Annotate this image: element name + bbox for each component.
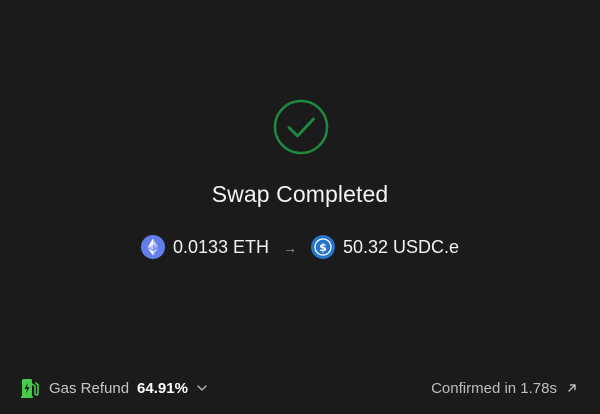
from-amount: 0.0133 ETH [172,236,269,257]
check-circle-icon [273,99,329,155]
swap-result-panel: Swap Completed 0.0133 ETH → $ 50.32 USDC… [0,0,600,414]
eth-icon [140,235,165,259]
external-link-icon [568,384,576,392]
usdc-icon: $ [311,235,335,259]
svg-text:$: $ [319,241,327,254]
from-token: 0.0133 ETH [140,235,269,259]
chevron-down-icon [197,385,207,391]
footer-bar: Gas Refund 64.91% Confirmed in 1.78s [20,376,578,400]
confirmation-link[interactable]: Confirmed in 1.78s [431,380,578,397]
arrow-right-icon: → [283,240,297,256]
to-token: $ 50.32 USDC.e [311,235,459,259]
status-title: Swap Completed [211,181,389,207]
confirmed-text: Confirmed in 1.78s [431,379,557,397]
gas-refund-label: Gas Refund [49,379,130,397]
gas-refund-value: 64.91% [137,379,188,397]
to-amount: 50.32 USDC.e [343,236,460,257]
gas-refund-toggle[interactable]: Gas Refund 64.91% [20,377,208,399]
swap-summary: 0.0133 ETH → $ 50.32 USDC.e [0,233,600,261]
fuel-pump-icon [21,379,39,398]
